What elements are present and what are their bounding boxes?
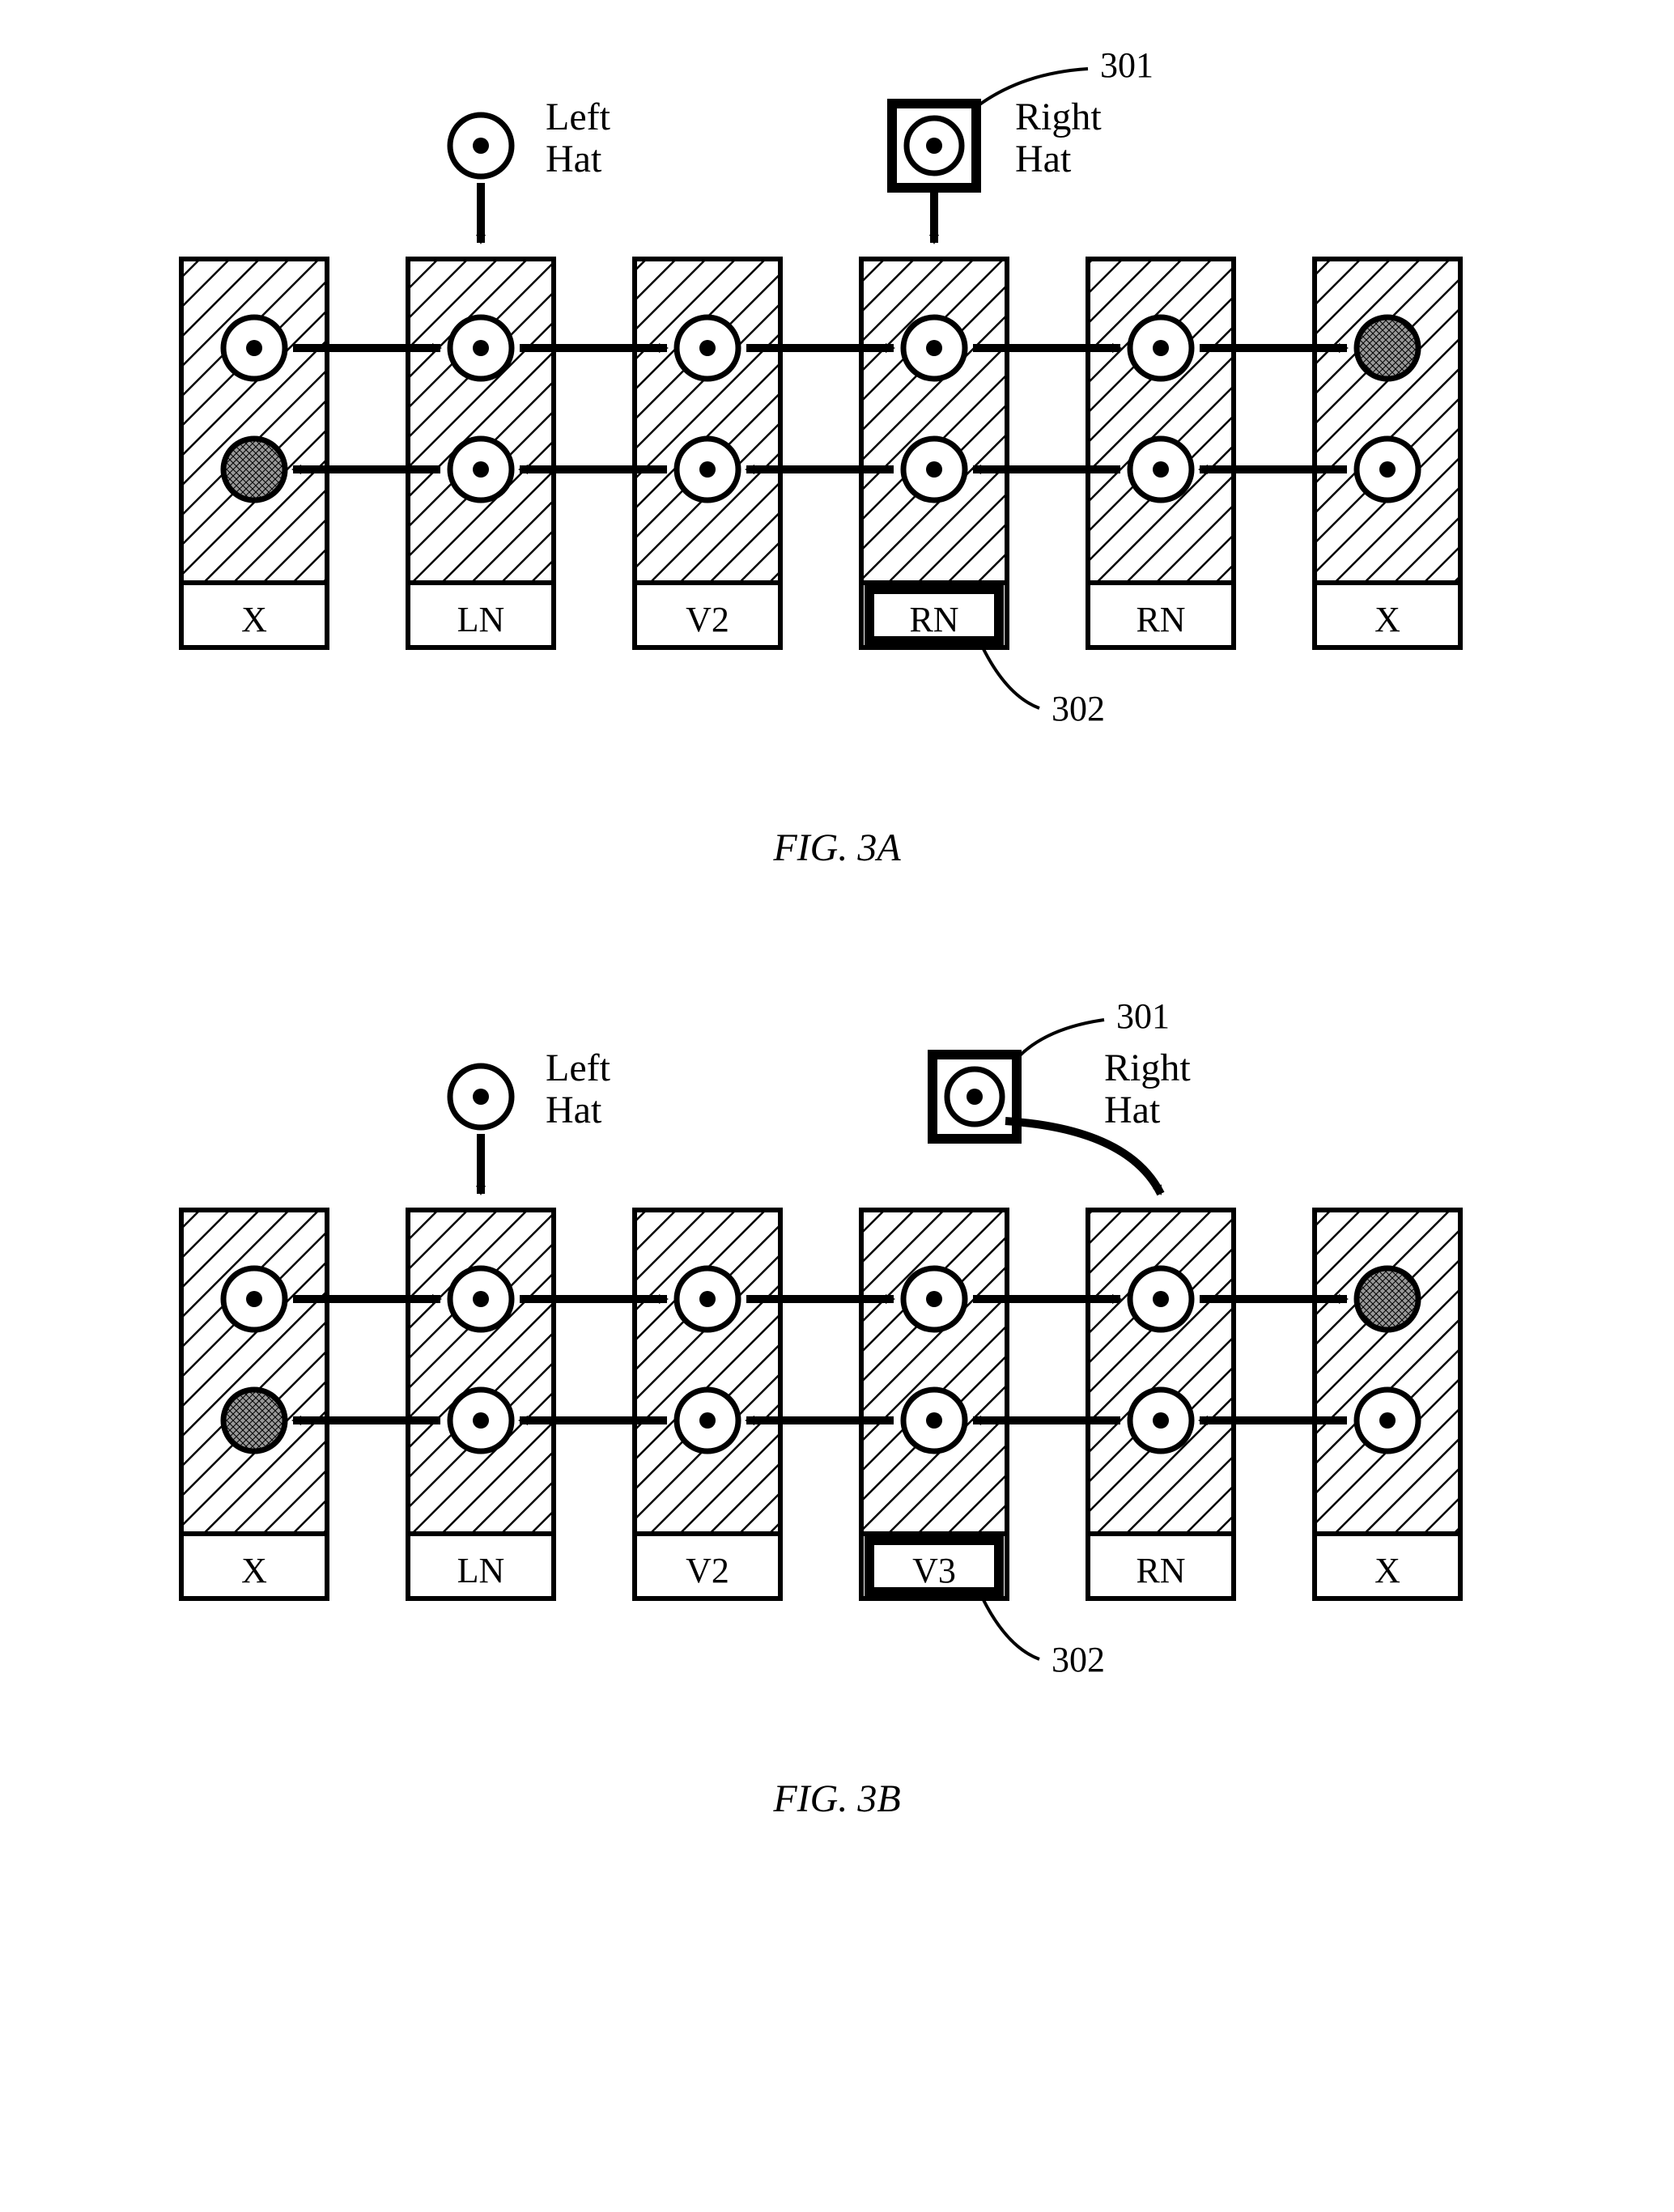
box-4: RN bbox=[1088, 1210, 1234, 1598]
box-1: LN bbox=[408, 1210, 554, 1598]
box-5: X bbox=[1315, 1210, 1460, 1598]
leader-line-icon bbox=[983, 1598, 1039, 1659]
box-label-1: LN bbox=[457, 600, 505, 639]
shaded-node-icon bbox=[1357, 317, 1418, 379]
box-label-3: V3 bbox=[912, 1551, 956, 1590]
fig-3a-svg: X LN V2 RN RN bbox=[68, 32, 1606, 777]
left-hat-label: LeftHat bbox=[546, 96, 611, 180]
box-3: V3 bbox=[861, 1210, 1007, 1598]
box-label-0: X bbox=[241, 1551, 267, 1590]
box-5: X bbox=[1315, 259, 1460, 647]
curved-arrow-icon bbox=[1005, 1121, 1161, 1194]
box-4: RN bbox=[1088, 259, 1234, 647]
right-hat-icon bbox=[892, 104, 976, 243]
box-label-2: V2 bbox=[686, 600, 729, 639]
shaded-node-icon bbox=[223, 439, 285, 500]
box-label-2: V2 bbox=[686, 1551, 729, 1590]
box-0: X bbox=[181, 1210, 327, 1598]
box-label-1: LN bbox=[457, 1551, 505, 1590]
box-1: LN bbox=[408, 259, 554, 647]
box-label-3: RN bbox=[909, 600, 958, 639]
fig-3b-svg: X LN V2 V3 RN bbox=[68, 983, 1606, 1728]
figure-3b: X LN V2 V3 RN bbox=[32, 983, 1642, 1821]
callout-301: 301 bbox=[1100, 45, 1154, 85]
left-hat-icon bbox=[450, 115, 512, 243]
leader-line-icon bbox=[983, 647, 1039, 708]
box-2: V2 bbox=[635, 259, 780, 647]
figure-caption-3b: FIG. 3B bbox=[32, 1777, 1642, 1821]
box-label-5: X bbox=[1374, 600, 1400, 639]
box-label-5: X bbox=[1374, 1551, 1400, 1590]
shaded-node-icon bbox=[1357, 1268, 1418, 1330]
shaded-node-icon bbox=[223, 1390, 285, 1451]
left-hat-icon bbox=[450, 1066, 512, 1194]
callout-301: 301 bbox=[1116, 996, 1170, 1036]
figure-caption-3a: FIG. 3A bbox=[32, 826, 1642, 870]
box-label-4: RN bbox=[1136, 1551, 1185, 1590]
right-hat-label: RightHat bbox=[1104, 1047, 1191, 1131]
leader-line-icon bbox=[1019, 1020, 1104, 1056]
figure-3a: X LN V2 RN RN bbox=[32, 32, 1642, 870]
callout-302: 302 bbox=[1052, 689, 1105, 728]
box-2: V2 bbox=[635, 1210, 780, 1598]
callout-302: 302 bbox=[1052, 1640, 1105, 1679]
box-3: RN bbox=[861, 259, 1007, 647]
box-label-4: RN bbox=[1136, 600, 1185, 639]
box-0: X bbox=[181, 259, 327, 647]
left-hat-label: LeftHat bbox=[546, 1047, 611, 1131]
box-label-0: X bbox=[241, 600, 267, 639]
right-hat-label: RightHat bbox=[1015, 96, 1102, 180]
